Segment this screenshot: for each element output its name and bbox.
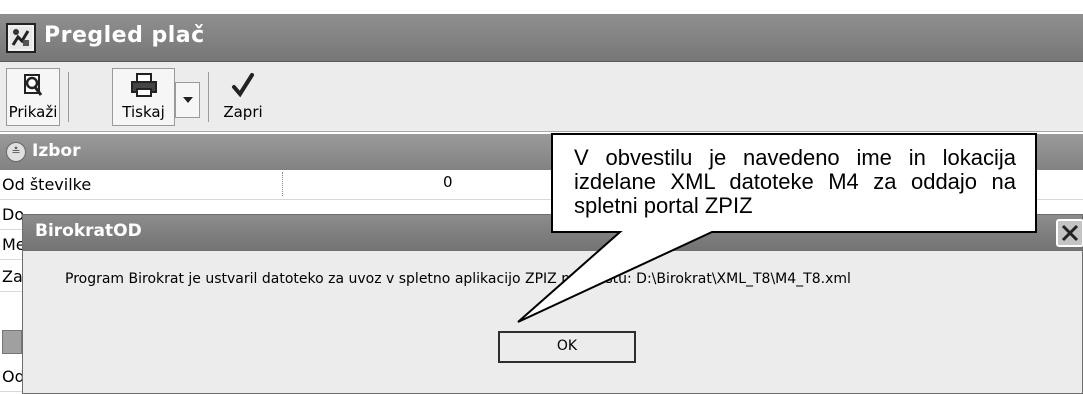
form-row-label: Za xyxy=(2,267,23,286)
number-from-field[interactable]: 0 xyxy=(282,172,602,196)
dialog-message: Program Birokrat je ustvaril datoteko za… xyxy=(65,271,851,287)
chevron-down-icon xyxy=(183,97,193,103)
dialog-titlebar: BirokratOD xyxy=(23,215,1083,251)
preview-icon xyxy=(24,74,43,96)
ok-button[interactable]: OK xyxy=(498,331,636,363)
field-value: 0 xyxy=(443,173,453,191)
printer-icon xyxy=(130,73,157,97)
window-title: Pregled plač xyxy=(44,23,205,48)
checkmark-icon xyxy=(232,73,254,98)
show-button[interactable]: Prikaži xyxy=(6,68,60,126)
section-title: Izbor xyxy=(32,141,81,161)
message-dialog: BirokratOD Program Birokrat je ustvaril … xyxy=(22,214,1083,394)
print-dropdown-button[interactable] xyxy=(175,82,200,118)
callout-text: V obvestilu je navedeno ime in lokacija … xyxy=(574,145,1016,218)
dialog-close-button[interactable] xyxy=(1056,219,1083,247)
toolbar-divider xyxy=(68,72,69,122)
print-button-label: Tiskaj xyxy=(122,103,165,121)
form-row-label: Do xyxy=(2,205,25,224)
dialog-title: BirokratOD xyxy=(35,221,142,241)
close-button[interactable]: Zapri xyxy=(218,68,268,126)
window-titlebar: Pregled plač xyxy=(0,14,1083,62)
collapse-chevron-icon[interactable]: ≛ xyxy=(6,142,26,162)
toolbar-divider xyxy=(208,72,209,122)
print-button[interactable]: Tiskaj xyxy=(112,68,175,126)
form-row-label: Od številke xyxy=(2,175,92,194)
toolbar: Prikaži Tiskaj Zapri xyxy=(0,62,1083,132)
close-icon xyxy=(1061,224,1079,242)
close-button-label: Zapri xyxy=(223,103,263,121)
subsection-chevron-icon[interactable] xyxy=(2,330,22,354)
ok-button-label: OK xyxy=(556,338,578,354)
app-tool-icon xyxy=(6,23,36,53)
show-button-label: Prikaži xyxy=(8,103,58,121)
